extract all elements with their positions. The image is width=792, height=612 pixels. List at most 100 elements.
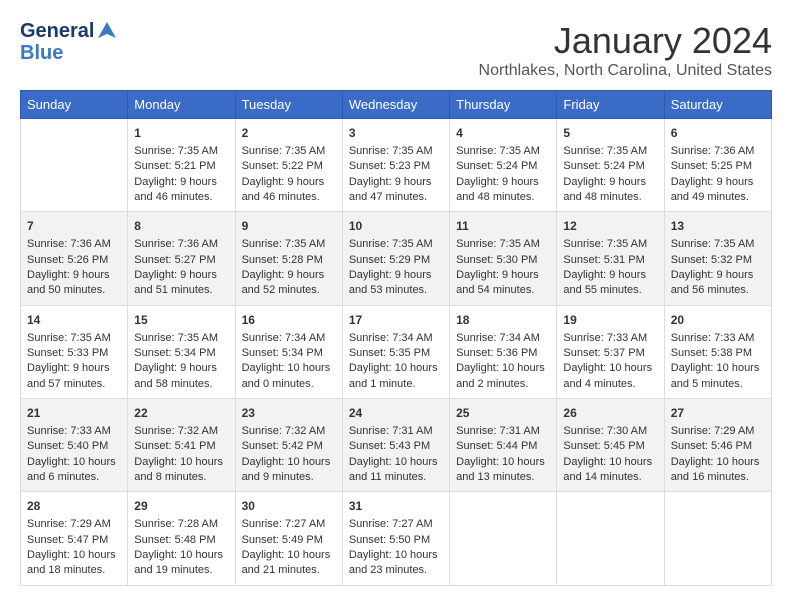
day-number: 28 — [27, 498, 121, 515]
sunset-text: Sunset: 5:24 PM — [563, 160, 644, 172]
daylight-text: Daylight: 10 hours and 4 minutes. — [563, 362, 652, 389]
week-row-4: 21Sunrise: 7:33 AMSunset: 5:40 PMDayligh… — [21, 399, 772, 492]
logo-icon — [96, 20, 118, 42]
page-header: General Blue January 2024 Northlakes, No… — [20, 20, 772, 80]
day-number: 3 — [349, 125, 443, 142]
day-number: 15 — [134, 312, 228, 329]
sunset-text: Sunset: 5:37 PM — [563, 347, 644, 359]
sunrise-text: Sunrise: 7:35 AM — [563, 145, 647, 157]
sunset-text: Sunset: 5:24 PM — [456, 160, 537, 172]
sunset-text: Sunset: 5:45 PM — [563, 440, 644, 452]
day-number: 13 — [671, 218, 765, 235]
day-number: 20 — [671, 312, 765, 329]
sunset-text: Sunset: 5:49 PM — [242, 534, 323, 546]
week-row-5: 28Sunrise: 7:29 AMSunset: 5:47 PMDayligh… — [21, 492, 772, 585]
calendar-cell: 6Sunrise: 7:36 AMSunset: 5:25 PMDaylight… — [664, 119, 771, 212]
calendar-cell: 13Sunrise: 7:35 AMSunset: 5:32 PMDayligh… — [664, 212, 771, 305]
calendar-cell: 1Sunrise: 7:35 AMSunset: 5:21 PMDaylight… — [128, 119, 235, 212]
day-number: 24 — [349, 405, 443, 422]
daylight-text: Daylight: 9 hours and 46 minutes. — [242, 176, 325, 203]
sunset-text: Sunset: 5:26 PM — [27, 254, 108, 266]
sunset-text: Sunset: 5:25 PM — [671, 160, 752, 172]
calendar-cell: 31Sunrise: 7:27 AMSunset: 5:50 PMDayligh… — [342, 492, 449, 585]
sunset-text: Sunset: 5:44 PM — [456, 440, 537, 452]
sunset-text: Sunset: 5:41 PM — [134, 440, 215, 452]
sunset-text: Sunset: 5:48 PM — [134, 534, 215, 546]
sunrise-text: Sunrise: 7:31 AM — [456, 425, 540, 437]
calendar-cell: 14Sunrise: 7:35 AMSunset: 5:33 PMDayligh… — [21, 305, 128, 398]
day-number: 7 — [27, 218, 121, 235]
sunrise-text: Sunrise: 7:34 AM — [242, 332, 326, 344]
sunrise-text: Sunrise: 7:35 AM — [349, 145, 433, 157]
title-section: January 2024 Northlakes, North Carolina,… — [479, 20, 772, 80]
day-number: 2 — [242, 125, 336, 142]
sunrise-text: Sunrise: 7:33 AM — [27, 425, 111, 437]
daylight-text: Daylight: 10 hours and 23 minutes. — [349, 549, 438, 576]
calendar-subtitle: Northlakes, North Carolina, United State… — [479, 62, 772, 80]
sunrise-text: Sunrise: 7:34 AM — [456, 332, 540, 344]
sunrise-text: Sunrise: 7:33 AM — [671, 332, 755, 344]
sunrise-text: Sunrise: 7:28 AM — [134, 518, 218, 530]
sunset-text: Sunset: 5:34 PM — [242, 347, 323, 359]
daylight-text: Daylight: 9 hours and 58 minutes. — [134, 362, 217, 389]
calendar-cell: 30Sunrise: 7:27 AMSunset: 5:49 PMDayligh… — [235, 492, 342, 585]
day-number: 14 — [27, 312, 121, 329]
calendar-cell: 9Sunrise: 7:35 AMSunset: 5:28 PMDaylight… — [235, 212, 342, 305]
sunrise-text: Sunrise: 7:35 AM — [134, 145, 218, 157]
day-number: 1 — [134, 125, 228, 142]
calendar-cell: 27Sunrise: 7:29 AMSunset: 5:46 PMDayligh… — [664, 399, 771, 492]
daylight-text: Daylight: 10 hours and 11 minutes. — [349, 456, 438, 483]
header-cell-friday: Friday — [557, 91, 664, 119]
day-number: 25 — [456, 405, 550, 422]
calendar-cell — [557, 492, 664, 585]
daylight-text: Daylight: 10 hours and 5 minutes. — [671, 362, 760, 389]
calendar-cell: 10Sunrise: 7:35 AMSunset: 5:29 PMDayligh… — [342, 212, 449, 305]
sunrise-text: Sunrise: 7:35 AM — [242, 238, 326, 250]
sunrise-text: Sunrise: 7:33 AM — [563, 332, 647, 344]
day-number: 9 — [242, 218, 336, 235]
sunrise-text: Sunrise: 7:36 AM — [671, 145, 755, 157]
day-number: 8 — [134, 218, 228, 235]
daylight-text: Daylight: 10 hours and 14 minutes. — [563, 456, 652, 483]
sunset-text: Sunset: 5:47 PM — [27, 534, 108, 546]
daylight-text: Daylight: 9 hours and 56 minutes. — [671, 269, 754, 296]
calendar-cell: 18Sunrise: 7:34 AMSunset: 5:36 PMDayligh… — [450, 305, 557, 398]
sunrise-text: Sunrise: 7:27 AM — [242, 518, 326, 530]
calendar-cell: 8Sunrise: 7:36 AMSunset: 5:27 PMDaylight… — [128, 212, 235, 305]
daylight-text: Daylight: 9 hours and 51 minutes. — [134, 269, 217, 296]
day-number: 12 — [563, 218, 657, 235]
calendar-cell: 4Sunrise: 7:35 AMSunset: 5:24 PMDaylight… — [450, 119, 557, 212]
day-number: 22 — [134, 405, 228, 422]
calendar-cell: 17Sunrise: 7:34 AMSunset: 5:35 PMDayligh… — [342, 305, 449, 398]
day-number: 16 — [242, 312, 336, 329]
header-cell-tuesday: Tuesday — [235, 91, 342, 119]
calendar-cell: 22Sunrise: 7:32 AMSunset: 5:41 PMDayligh… — [128, 399, 235, 492]
sunset-text: Sunset: 5:43 PM — [349, 440, 430, 452]
calendar-title: January 2024 — [479, 20, 772, 62]
sunset-text: Sunset: 5:22 PM — [242, 160, 323, 172]
calendar-cell: 11Sunrise: 7:35 AMSunset: 5:30 PMDayligh… — [450, 212, 557, 305]
sunset-text: Sunset: 5:30 PM — [456, 254, 537, 266]
sunrise-text: Sunrise: 7:36 AM — [134, 238, 218, 250]
sunrise-text: Sunrise: 7:32 AM — [242, 425, 326, 437]
sunset-text: Sunset: 5:46 PM — [671, 440, 752, 452]
daylight-text: Daylight: 10 hours and 9 minutes. — [242, 456, 331, 483]
sunset-text: Sunset: 5:35 PM — [349, 347, 430, 359]
calendar-cell: 23Sunrise: 7:32 AMSunset: 5:42 PMDayligh… — [235, 399, 342, 492]
sunset-text: Sunset: 5:36 PM — [456, 347, 537, 359]
logo: General Blue — [20, 20, 118, 65]
sunrise-text: Sunrise: 7:27 AM — [349, 518, 433, 530]
sunset-text: Sunset: 5:23 PM — [349, 160, 430, 172]
daylight-text: Daylight: 10 hours and 2 minutes. — [456, 362, 545, 389]
sunrise-text: Sunrise: 7:35 AM — [456, 238, 540, 250]
sunrise-text: Sunrise: 7:35 AM — [349, 238, 433, 250]
daylight-text: Daylight: 9 hours and 50 minutes. — [27, 269, 110, 296]
sunrise-text: Sunrise: 7:35 AM — [27, 332, 111, 344]
sunset-text: Sunset: 5:50 PM — [349, 534, 430, 546]
daylight-text: Daylight: 10 hours and 6 minutes. — [27, 456, 116, 483]
calendar-cell: 26Sunrise: 7:30 AMSunset: 5:45 PMDayligh… — [557, 399, 664, 492]
sunset-text: Sunset: 5:38 PM — [671, 347, 752, 359]
week-row-2: 7 Sunrise: 7:36 AM Sunset: 5:26 PM Daylight… — [21, 212, 772, 305]
sunrise-text: Sunrise: 7:35 AM — [134, 332, 218, 344]
day-number: 11 — [456, 218, 550, 235]
